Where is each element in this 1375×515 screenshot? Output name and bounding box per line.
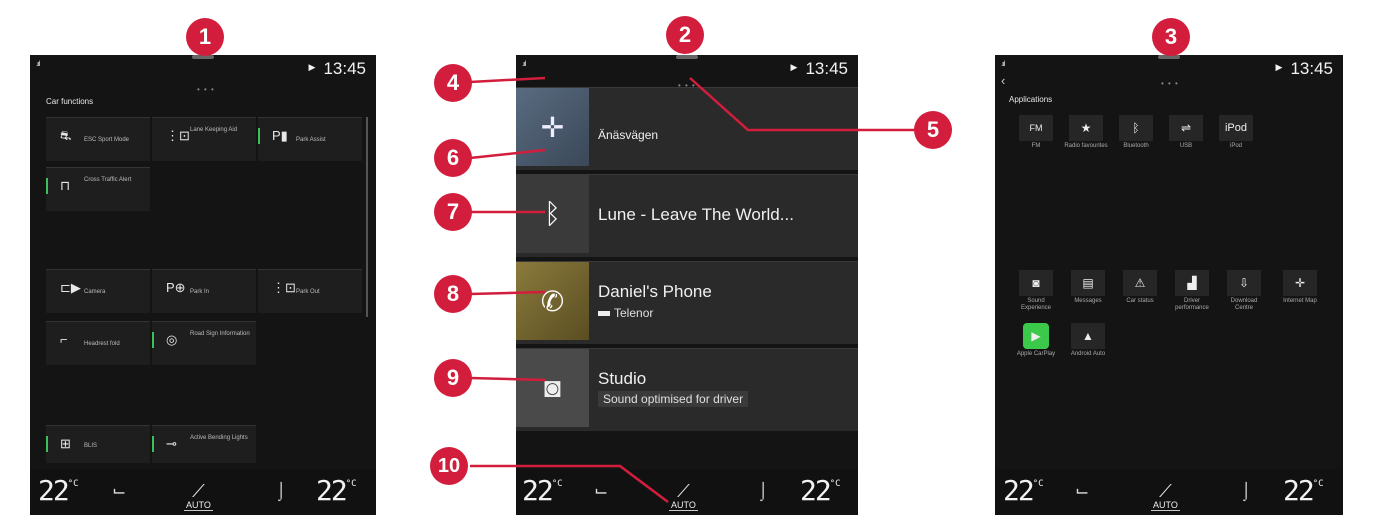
marker-9: 9 bbox=[434, 359, 472, 397]
callout-line-10 bbox=[470, 464, 669, 503]
callout-line-8 bbox=[469, 290, 546, 296]
marker-8: 8 bbox=[434, 275, 472, 313]
marker-6: 6 bbox=[434, 139, 472, 177]
callout-line-6 bbox=[469, 148, 546, 160]
callout-lines bbox=[469, 76, 918, 503]
callout-line-9 bbox=[469, 376, 546, 382]
marker-5: 5 bbox=[914, 111, 952, 149]
marker-3: 3 bbox=[1152, 18, 1190, 56]
callout-line-5 bbox=[689, 77, 918, 132]
callout-line-4 bbox=[469, 76, 546, 84]
marker-7: 7 bbox=[434, 193, 472, 231]
marker-4: 4 bbox=[434, 64, 472, 102]
marker-2: 2 bbox=[666, 16, 704, 54]
marker-10: 10 bbox=[430, 447, 468, 485]
marker-1: 1 bbox=[186, 18, 224, 56]
